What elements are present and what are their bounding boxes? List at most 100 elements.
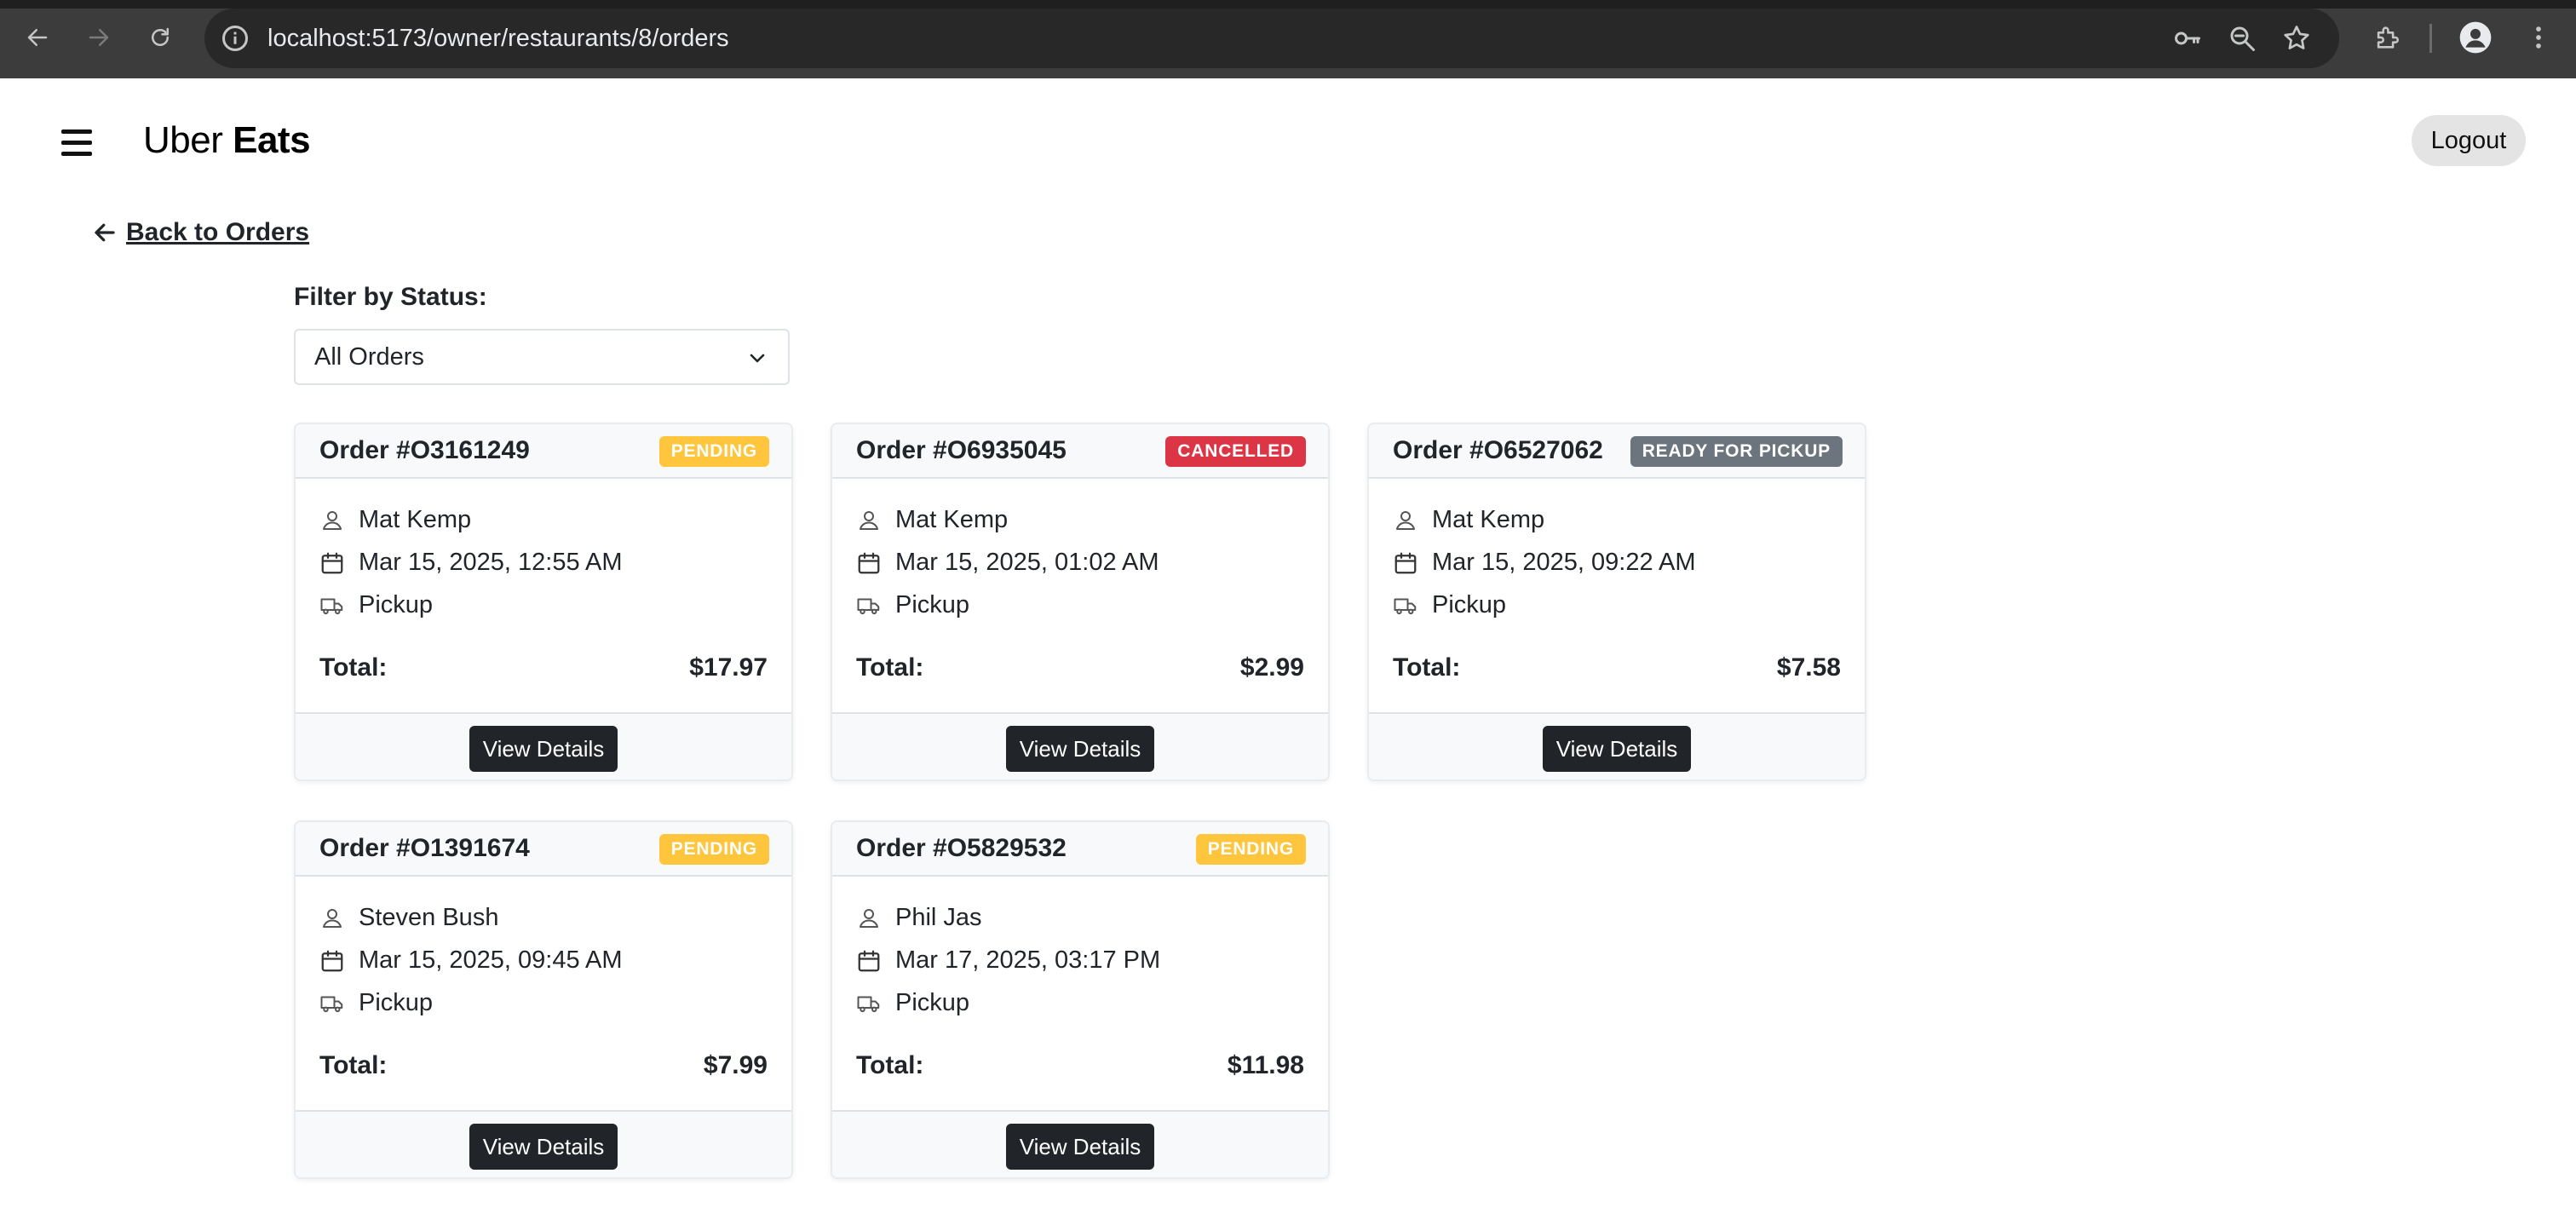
status-badge: PENDING [1195, 834, 1306, 865]
order-card-footer: View Details [832, 1110, 1328, 1177]
site-info-icon[interactable] [220, 23, 250, 54]
delivery-type-row: Pickup [856, 591, 969, 619]
arrow-left-icon [95, 223, 115, 242]
order-card: Order #O1391674 PENDING Steven Bush Mar … [294, 820, 793, 1179]
order-card: Order #O6527062 READY FOR PICKUP Mat Kem… [1367, 423, 1866, 781]
date-row: Mar 15, 2025, 01:02 AM [856, 549, 1159, 577]
truck-icon [320, 598, 343, 614]
order-number: Order #O3161249 [319, 436, 530, 464]
order-date: Mar 15, 2025, 09:22 AM [1432, 549, 1696, 576]
status-badge: PENDING [658, 834, 769, 865]
order-card-header: Order #O6935045 CANCELLED [832, 424, 1328, 479]
order-card: Order #O5829532 PENDING Phil Jas Mar 17,… [831, 820, 1330, 1179]
forward-icon[interactable] [82, 20, 116, 55]
customer-row: Mat Kemp [856, 506, 1008, 534]
calendar-icon [321, 552, 343, 573]
zoom-icon[interactable] [2227, 23, 2257, 54]
user-icon [860, 510, 878, 530]
calendar-icon [858, 552, 880, 573]
customer-row: Steven Bush [319, 904, 498, 932]
total-label: Total: [856, 653, 924, 682]
more-menu-icon[interactable] [2520, 19, 2557, 56]
order-number: Order #O6527062 [1393, 436, 1603, 464]
total-label: Total: [1393, 653, 1461, 682]
address-bar[interactable]: localhost:5173/owner/restaurants/8/order… [204, 9, 2339, 68]
status-badge: READY FOR PICKUP [1630, 436, 1843, 467]
order-card-footer: View Details [296, 712, 791, 779]
customer-name: Phil Jas [895, 904, 982, 931]
user-icon [860, 908, 878, 928]
order-type: Pickup [895, 989, 970, 1016]
extensions-icon[interactable] [2368, 19, 2406, 56]
view-details-button[interactable]: View Details [469, 1124, 618, 1170]
back-link-label: Back to Orders [126, 218, 310, 246]
brand-bold-text: Eats [233, 119, 311, 161]
order-total: $11.98 [1227, 1051, 1304, 1079]
calendar-icon [1394, 552, 1417, 573]
delivery-type-row: Pickup [856, 989, 969, 1017]
tab-strip [0, 0, 2576, 9]
truck-icon [320, 996, 343, 1012]
delivery-type-row: Pickup [1393, 591, 1506, 619]
user-icon [323, 510, 342, 530]
view-details-button[interactable]: View Details [1543, 726, 1691, 772]
status-filter-select[interactable]: All Orders [294, 329, 790, 385]
total-label: Total: [319, 1051, 388, 1079]
bookmark-star-icon[interactable] [2281, 23, 2312, 54]
truck-icon [857, 996, 880, 1012]
date-row: Mar 15, 2025, 12:55 AM [319, 549, 623, 577]
order-total: $7.58 [1776, 653, 1841, 682]
order-type: Pickup [895, 591, 970, 618]
status-badge: CANCELLED [1165, 436, 1306, 467]
order-number: Order #O1391674 [319, 834, 530, 862]
customer-name: Mat Kemp [895, 506, 1009, 533]
back-to-orders-link[interactable]: Back to Orders [92, 218, 309, 247]
profile-avatar-icon[interactable] [2457, 19, 2494, 56]
truck-icon [1394, 598, 1417, 614]
order-type: Pickup [1432, 591, 1507, 618]
brand-light-text: Uber [143, 119, 223, 161]
url-text[interactable]: localhost:5173/owner/restaurants/8/order… [267, 9, 729, 68]
brand-logo[interactable]: Uber Eats [143, 119, 311, 162]
order-date: Mar 15, 2025, 01:02 AM [895, 549, 1159, 576]
customer-name: Steven Bush [359, 904, 499, 931]
total-label: Total: [319, 653, 388, 682]
order-total: $2.99 [1239, 653, 1304, 682]
order-date: Mar 17, 2025, 03:17 PM [895, 946, 1161, 974]
order-card-footer: View Details [296, 1110, 791, 1177]
order-card-footer: View Details [832, 712, 1328, 779]
order-card: Order #O3161249 PENDING Mat Kemp Mar 15,… [294, 423, 793, 781]
browser-toolbar: localhost:5173/owner/restaurants/8/order… [0, 0, 2576, 78]
date-row: Mar 15, 2025, 09:45 AM [319, 946, 623, 975]
hamburger-menu-icon[interactable] [61, 129, 92, 157]
order-card-header: Order #O1391674 PENDING [296, 822, 791, 877]
order-date: Mar 15, 2025, 12:55 AM [359, 549, 623, 576]
order-date: Mar 15, 2025, 09:45 AM [359, 946, 623, 974]
customer-row: Mat Kemp [1393, 506, 1544, 534]
calendar-icon [858, 950, 880, 971]
back-icon[interactable] [20, 20, 55, 55]
password-key-icon[interactable] [2172, 23, 2203, 54]
toolbar-divider [2429, 24, 2432, 53]
chevron-down-icon [750, 354, 765, 363]
order-card-header: Order #O6527062 READY FOR PICKUP [1369, 424, 1865, 479]
user-icon [1396, 510, 1415, 530]
date-row: Mar 17, 2025, 03:17 PM [856, 946, 1160, 975]
view-details-button[interactable]: View Details [1006, 726, 1154, 772]
order-type: Pickup [359, 591, 434, 618]
reload-icon[interactable] [143, 20, 177, 55]
status-filter-value: All Orders [314, 343, 424, 371]
view-details-button[interactable]: View Details [469, 726, 618, 772]
customer-name: Mat Kemp [1432, 506, 1545, 533]
view-details-button[interactable]: View Details [1006, 1124, 1154, 1170]
order-number: Order #O5829532 [856, 834, 1067, 862]
order-number: Order #O6935045 [856, 436, 1067, 464]
order-card-footer: View Details [1369, 712, 1865, 779]
date-row: Mar 15, 2025, 09:22 AM [1393, 549, 1696, 577]
order-total: $17.97 [689, 653, 768, 682]
logout-button[interactable]: Logout [2412, 115, 2526, 166]
order-type: Pickup [359, 989, 434, 1016]
order-card-header: Order #O3161249 PENDING [296, 424, 791, 479]
customer-row: Mat Kemp [319, 506, 471, 534]
order-total: $7.99 [703, 1051, 768, 1079]
